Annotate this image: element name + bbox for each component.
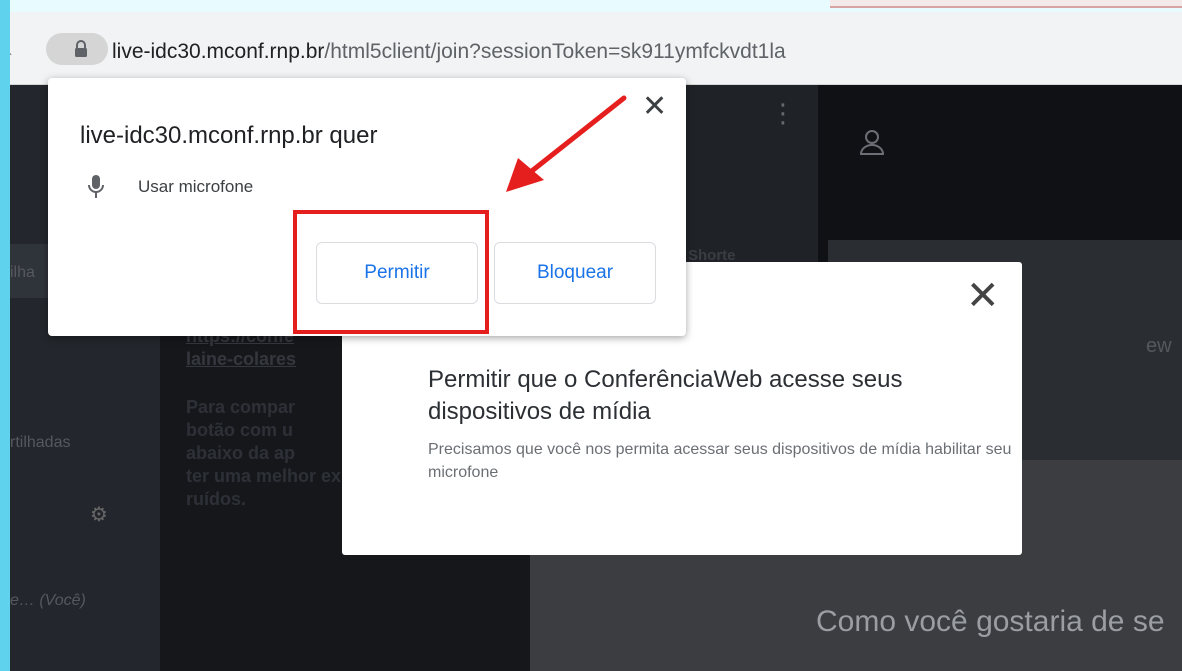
microphone-icon bbox=[88, 175, 104, 198]
user-icon bbox=[859, 130, 885, 155]
url-host: live-idc30.mconf.rnp.br bbox=[112, 40, 325, 63]
sidebar-label-1: ilha bbox=[10, 264, 35, 281]
arrow-annotation-icon bbox=[506, 95, 627, 192]
left-frame bbox=[0, 0, 10, 671]
permission-label: Usar microfone bbox=[138, 177, 254, 196]
lock-icon bbox=[75, 40, 87, 57]
sidebar-label-you: e… (Você) bbox=[10, 592, 86, 609]
close-icon[interactable]: ✕ bbox=[966, 276, 1000, 316]
tab-strip bbox=[830, 0, 1182, 8]
url-text[interactable]: live-idc30.mconf.rnp.br/html5client/join… bbox=[112, 40, 786, 64]
top-frame bbox=[0, 0, 1182, 12]
more-options-icon[interactable]: ⋮ bbox=[770, 100, 796, 126]
media-dialog-title: Permitir que o ConferênciaWeb acesse seu… bbox=[428, 366, 903, 425]
close-icon[interactable]: ✕ bbox=[642, 92, 667, 122]
url-path: /html5client/join?sessionToken=sk911ymfc… bbox=[324, 40, 786, 63]
gear-icon[interactable]: ⚙ bbox=[90, 502, 108, 527]
highlight-annotation bbox=[293, 210, 489, 334]
sidebar-label-2: rtilhadas bbox=[10, 434, 71, 451]
address-bar: ↑ live-idc30.mconf.rnp.br/html5client/jo… bbox=[0, 12, 1182, 85]
panel-text-fragment: ew bbox=[1146, 335, 1172, 357]
permission-title: live-idc30.mconf.rnp.br quer bbox=[80, 122, 378, 149]
block-button[interactable]: Bloquear bbox=[494, 242, 656, 304]
media-dialog-description: Precisamos que você nos permita acessar … bbox=[428, 441, 1012, 481]
audio-join-prompt: Como você gostaria de se bbox=[816, 605, 1165, 638]
